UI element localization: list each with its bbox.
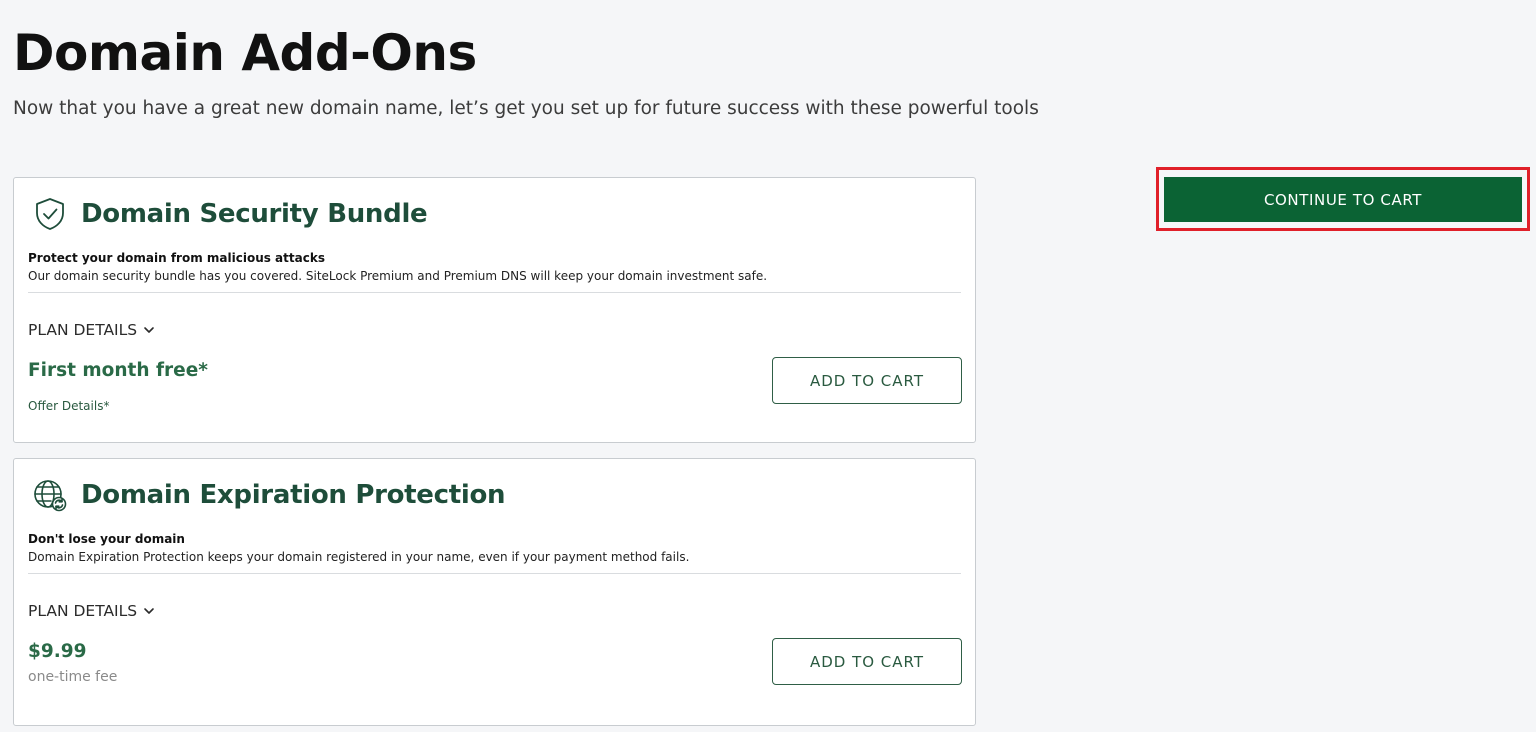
continue-to-cart-button[interactable]: CONTINUE TO CART [1164,177,1522,222]
price: $9.99 [28,641,87,662]
card-title: Domain Expiration Protection [81,480,506,510]
add-to-cart-button[interactable]: ADD TO CART [772,357,962,404]
plan-details-toggle[interactable]: PLAN DETAILS [28,320,155,340]
card-header: Domain Expiration Protection [32,475,506,515]
card-description: Domain Expiration Protection keeps your … [28,550,690,564]
card-tagline: Protect your domain from malicious attac… [28,251,325,265]
card-tagline: Don't lose your domain [28,532,185,546]
card-description: Our domain security bundle has you cover… [28,269,768,283]
shield-check-icon [32,196,68,232]
continue-to-cart-highlight: CONTINUE TO CART [1156,167,1530,231]
page: Domain Add-Ons Now that you have a great… [0,0,1536,732]
chevron-down-icon [143,324,155,336]
globe-refresh-icon [32,477,68,513]
page-subtitle: Now that you have a great new domain nam… [13,98,1039,119]
card-title: Domain Security Bundle [81,199,428,229]
addon-card-security-bundle: Domain Security Bundle Protect your doma… [13,177,976,443]
plan-details-label: PLAN DETAILS [28,321,138,339]
price: First month free* [28,360,208,381]
plan-details-toggle[interactable]: PLAN DETAILS [28,601,155,621]
addon-card-expiration-protection: Domain Expiration Protection Don't lose … [13,458,976,726]
price-note: one-time fee [28,669,118,685]
card-divider [28,573,961,574]
chevron-down-icon [143,605,155,617]
card-divider [28,292,961,293]
card-header: Domain Security Bundle [32,194,428,234]
add-to-cart-button[interactable]: ADD TO CART [772,638,962,685]
page-title: Domain Add-Ons [13,24,477,82]
offer-details-link[interactable]: Offer Details* [28,398,109,414]
plan-details-label: PLAN DETAILS [28,602,138,620]
